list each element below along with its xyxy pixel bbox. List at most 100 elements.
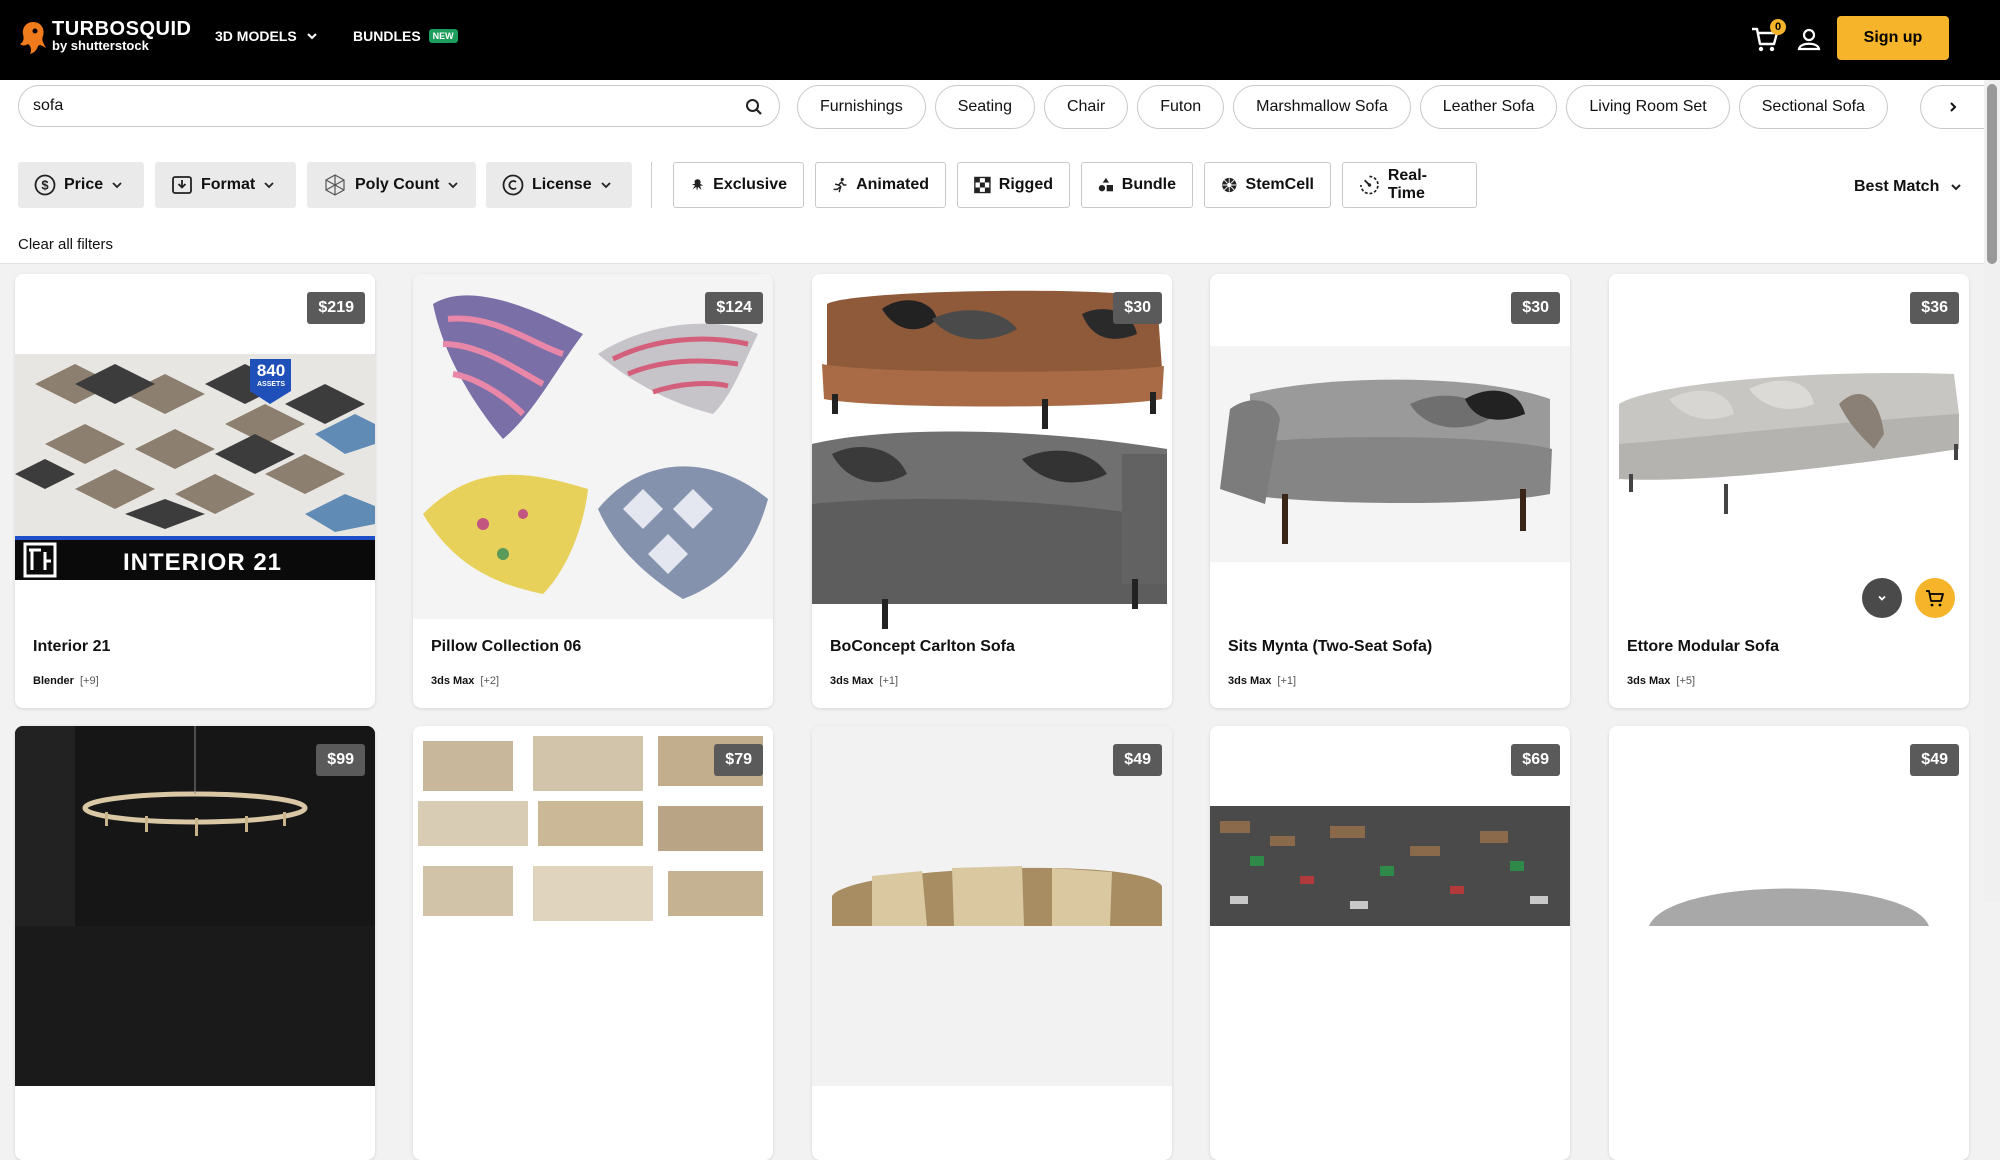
nav-bundles-label: BUNDLES — [353, 28, 421, 44]
price-tag: $30 — [1113, 292, 1162, 324]
sofa-render-image — [812, 274, 1172, 634]
cart-count-badge: 0 — [1770, 19, 1786, 35]
chip-furnishings[interactable]: Furnishings — [797, 85, 926, 129]
product-thumbnail — [1609, 726, 1969, 1086]
clear-all-filters-link[interactable]: Clear all filters — [18, 236, 113, 253]
nav-3d-models-menu[interactable]: 3D MODELS — [215, 28, 319, 44]
animated-toggle-button[interactable]: Animated — [815, 162, 946, 208]
assets-badge-label: ASSETS — [256, 381, 285, 388]
chip-sectional-sofa[interactable]: Sectional Sofa — [1738, 85, 1888, 129]
product-thumbnail: 840 ASSETS INTERIOR 21 — [15, 274, 375, 634]
product-card-interior-21[interactable]: 840 ASSETS INTERIOR 21 $219 Interior 21 … — [15, 274, 375, 708]
chip-marshmallow-sofa[interactable]: Marshmallow Sofa — [1233, 85, 1411, 129]
product-thumbnail — [1210, 726, 1570, 1086]
nav-3d-models-label: 3D MODELS — [215, 28, 297, 44]
price-tag: $49 — [1910, 744, 1959, 776]
expand-details-button[interactable] — [1862, 578, 1902, 618]
format-more-count: [+2] — [480, 675, 500, 687]
chevron-down-icon — [1951, 184, 1962, 191]
sort-label: Best Match — [1854, 178, 1940, 195]
product-thumbnail — [812, 726, 1172, 1086]
chip-living-room-set[interactable]: Living Room Set — [1566, 85, 1730, 129]
product-card[interactable]: $49 — [812, 726, 1172, 1160]
chips-scroll-right-button[interactable] — [1920, 85, 1984, 129]
search-icon[interactable] — [745, 98, 763, 116]
product-card-pillow-collection-06[interactable]: $124 Pillow Collection 06 3ds Max [+2] — [413, 274, 773, 708]
download-box-icon — [172, 176, 192, 194]
add-to-cart-button[interactable] — [1915, 578, 1955, 618]
top-navigation-bar: TURBOSQUID by shutterstock 3D MODELS BUN… — [0, 0, 2000, 80]
chevron-down-icon — [600, 182, 611, 189]
product-card[interactable]: $69 — [1210, 726, 1570, 1160]
sign-up-button[interactable]: Sign up — [1837, 16, 1949, 60]
price-tag: $69 — [1511, 744, 1560, 776]
pillows-image — [413, 274, 773, 634]
format-filter-dropdown[interactable]: Format — [155, 162, 296, 208]
product-thumbnail — [413, 726, 773, 1086]
product-thumbnail — [15, 726, 375, 1086]
price-tag: $219 — [307, 292, 365, 324]
checker-grid-icon — [974, 176, 991, 194]
chip-leather-sofa[interactable]: Leather Sofa — [1419, 85, 1558, 129]
product-card-ettore-modular-sofa[interactable]: $36 Ettore Modular Sofa 3ds Max [+5] — [1609, 274, 1969, 708]
product-grid: 840 ASSETS INTERIOR 21 $219 Interior 21 … — [0, 264, 1984, 1160]
real-time-toggle-button[interactable]: Real-Time — [1342, 162, 1477, 208]
real-time-label: Real-Time — [1387, 167, 1427, 202]
exclusive-toggle-button[interactable]: Exclusive — [673, 162, 804, 208]
search-row: Furnishings Seating Chair Futon Marshmal… — [0, 80, 1984, 130]
format-more-count: [+9] — [79, 675, 99, 687]
format-name: 3ds Max — [1228, 675, 1272, 687]
rigged-label: Rigged — [998, 176, 1053, 193]
svg-text:$: $ — [41, 178, 49, 193]
product-card[interactable]: $49 — [1609, 726, 1969, 1160]
product-thumbnail — [1609, 274, 1969, 634]
product-title[interactable]: BoConcept Carlton Sofa — [830, 638, 1015, 656]
license-filter-label: License — [532, 176, 592, 193]
price-tag: $30 — [1511, 292, 1560, 324]
product-format: Blender [+9] — [33, 675, 99, 687]
nav-bundles-link[interactable]: BUNDLES NEW — [353, 28, 458, 44]
user-account-icon[interactable] — [1796, 26, 1822, 52]
product-title[interactable]: Interior 21 — [33, 638, 110, 656]
product-card-boconcept-carlton-sofa[interactable]: $30 BoConcept Carlton Sofa 3ds Max [+1] — [812, 274, 1172, 708]
running-figure-icon — [833, 177, 847, 193]
stemcell-toggle-button[interactable]: StemCell — [1204, 162, 1331, 208]
scrollbar-thumb[interactable] — [1987, 84, 1997, 264]
stemcell-label: StemCell — [1245, 176, 1314, 193]
search-box — [18, 85, 780, 127]
product-title[interactable]: Sits Mynta (Two-Seat Sofa) — [1228, 638, 1432, 656]
price-filter-dropdown[interactable]: $ Price — [18, 162, 144, 208]
product-thumbnail — [1210, 274, 1570, 634]
sort-dropdown[interactable]: Best Match — [1854, 178, 1963, 196]
product-card[interactable]: $79 — [413, 726, 773, 1160]
cart-icon — [1926, 590, 1944, 607]
sofa-render-image — [1210, 346, 1570, 562]
price-tag: $79 — [714, 744, 763, 776]
product-title[interactable]: Pillow Collection 06 — [431, 638, 581, 656]
product-format: 3ds Max [+2] — [431, 675, 499, 687]
chip-futon[interactable]: Futon — [1137, 85, 1225, 129]
format-name: Blender — [33, 675, 74, 687]
chevron-right-icon — [1949, 102, 1956, 112]
logo-subtitle: by shutterstock — [52, 38, 149, 53]
search-input[interactable] — [33, 95, 723, 117]
poly-count-filter-dropdown[interactable]: Poly Count — [307, 162, 476, 208]
turbosquid-logo[interactable]: TURBOSQUID by shutterstock — [18, 18, 191, 58]
rigged-toggle-button[interactable]: Rigged — [957, 162, 1070, 208]
product-card[interactable]: $99 — [15, 726, 375, 1160]
product-title[interactable]: Ettore Modular Sofa — [1627, 638, 1779, 656]
product-card-sits-mynta-sofa[interactable]: $30 Sits Mynta (Two-Seat Sofa) 3ds Max [+… — [1210, 274, 1570, 708]
bundle-label: Bundle — [1121, 176, 1176, 193]
format-more-count: [+1] — [1277, 675, 1297, 687]
chip-chair[interactable]: Chair — [1043, 85, 1129, 129]
product-thumbnail — [413, 274, 773, 634]
bundle-toggle-button[interactable]: Bundle — [1081, 162, 1193, 208]
license-filter-dropdown[interactable]: License — [486, 162, 632, 208]
chip-seating[interactable]: Seating — [934, 85, 1035, 129]
filter-bar: $ Price Format Poly Count License Exclus… — [0, 130, 1984, 264]
interior-caption: INTERIOR 21 — [123, 549, 283, 576]
sofa-render-image — [1609, 274, 1969, 634]
chevron-down-icon — [306, 33, 317, 40]
new-badge: NEW — [428, 29, 458, 43]
real-time-gauge-icon — [1360, 175, 1379, 195]
